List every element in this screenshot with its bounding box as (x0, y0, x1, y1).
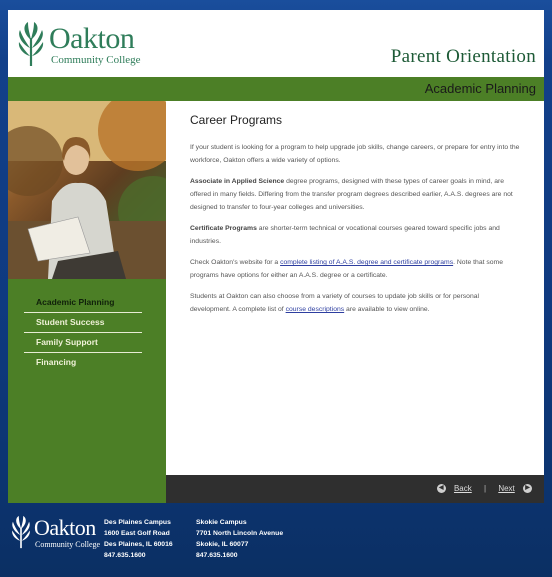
sidebar: Academic Planning Student Success Family… (8, 279, 166, 503)
pager: ◀ Back | Next ▶ (436, 484, 532, 494)
next-link[interactable]: Next (498, 484, 514, 493)
content-heading: Career Programs (190, 113, 283, 127)
courses-paragraph: Students at Oakton can also choose from … (190, 290, 520, 316)
campus-phone: 847.635.1600 (104, 552, 146, 559)
footer-logo[interactable]: Oakton Community College (10, 514, 101, 554)
campus-street: 1600 East Golf Road (104, 530, 170, 537)
campus-name: Des Plaines Campus (104, 519, 171, 526)
next-arrow-icon[interactable]: ▶ (523, 484, 532, 494)
logo-subtitle: Community College (51, 54, 141, 66)
sidebar-nav: Academic Planning Student Success Family… (24, 293, 142, 372)
page-container: Oakton Community College Parent Orientat… (8, 10, 544, 503)
courses-text-post: are available to view online. (344, 306, 430, 313)
campus-name: Skokie Campus (196, 519, 247, 526)
page-title: Parent Orientation (390, 46, 536, 67)
oakton-logo[interactable]: Oakton Community College (16, 20, 141, 70)
campus-phone: 847.635.1600 (196, 552, 238, 559)
main-content: Career Programs If your student is looki… (166, 101, 544, 475)
footer-logo-subtitle: Community College (35, 540, 101, 549)
campus-city: Skokie, IL 60077 (196, 541, 249, 548)
sidebar-item-student-success[interactable]: Student Success (24, 313, 142, 333)
des-plaines-campus: Des Plaines Campus 1600 East Golf Road D… (104, 517, 173, 561)
campus-street: 7701 North Lincoln Avenue (196, 530, 284, 537)
program-listing-link[interactable]: complete listing of A.A.S. degree and ce… (280, 259, 453, 266)
skokie-campus: Skokie Campus 7701 North Lincoln Avenue … (196, 517, 283, 561)
student-with-laptop-image (8, 101, 166, 279)
aas-paragraph: Associate in Applied Science degree prog… (190, 175, 520, 214)
leaf-logo-icon (12, 515, 30, 549)
header: Oakton Community College Parent Orientat… (8, 10, 544, 77)
back-link[interactable]: Back (454, 484, 472, 493)
back-arrow-icon[interactable]: ◀ (436, 484, 446, 494)
logo-name: Oakton (49, 22, 135, 55)
section-title: Academic Planning (424, 81, 536, 96)
certificate-paragraph: Certificate Programs are shorter-term te… (190, 222, 520, 248)
footer-logo-name: Oakton (34, 515, 96, 540)
course-descriptions-link[interactable]: course descriptions (286, 306, 345, 313)
sidebar-item-family-support[interactable]: Family Support (24, 333, 142, 353)
footer: Oakton Community College Des Plaines Cam… (0, 503, 552, 577)
aas-term: Associate in Applied Science (190, 178, 285, 185)
sidebar-item-financing[interactable]: Financing (24, 353, 142, 372)
certificate-term: Certificate Programs (190, 225, 257, 232)
listing-text-pre: Check Oakton's website for a (190, 259, 281, 266)
listing-paragraph: Check Oakton's website for a complete li… (190, 256, 520, 282)
section-bar: Academic Planning (8, 77, 544, 101)
leaf-logo-icon (18, 22, 44, 66)
campus-city: Des Plaines, IL 60016 (104, 541, 173, 548)
student-photo (8, 101, 166, 279)
pager-bar: ◀ Back | Next ▶ (166, 475, 544, 503)
intro-paragraph: If your student is looking for a program… (190, 144, 520, 164)
pager-separator: | (484, 484, 487, 494)
sidebar-item-academic-planning[interactable]: Academic Planning (24, 293, 142, 313)
